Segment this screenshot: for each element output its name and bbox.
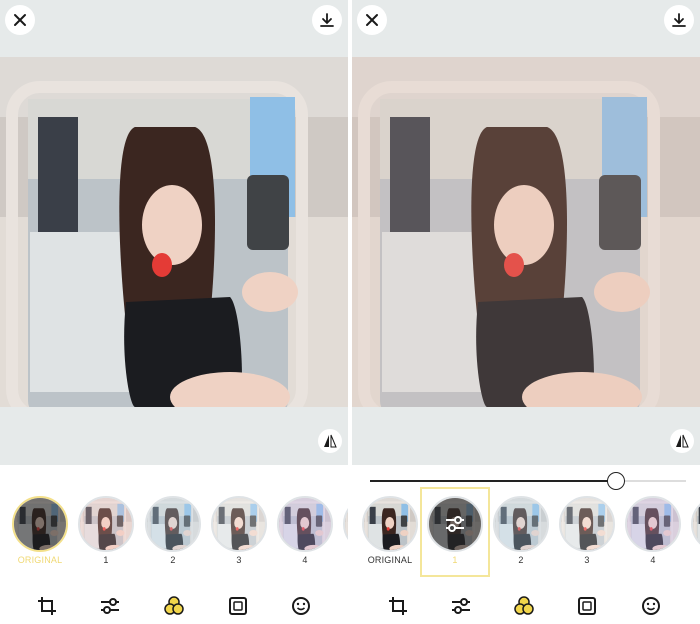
- filter-thumb: [691, 496, 700, 552]
- slider-thumb[interactable]: [607, 472, 626, 490]
- filter-thumb: [211, 496, 267, 552]
- crop-button[interactable]: [386, 594, 410, 618]
- filter-label: 4: [302, 555, 308, 565]
- smiley-icon: [642, 597, 660, 615]
- filter-thumb: [78, 496, 134, 552]
- filter-3[interactable]: 3: [209, 494, 269, 568]
- filter-thumb: [145, 496, 201, 552]
- slider-fill: [370, 480, 617, 482]
- preview-footer: [352, 407, 700, 465]
- download-icon: [320, 13, 334, 27]
- frame-icon: [229, 597, 247, 615]
- filter-row: ORIGINAL 1 2 3 4: [0, 494, 348, 574]
- close-button[interactable]: [357, 5, 387, 35]
- filter-2[interactable]: 2: [491, 494, 551, 568]
- filter-original[interactable]: ORIGINAL: [10, 494, 70, 568]
- frame-button[interactable]: [575, 594, 599, 618]
- filters-button[interactable]: [512, 594, 536, 618]
- filter-5-partial[interactable]: [341, 494, 348, 568]
- filter-thumb: [493, 496, 549, 552]
- crop-icon: [389, 597, 407, 615]
- right-editor-panel: ORIGINAL 1 2 3 4: [352, 0, 700, 624]
- selected-filter-highlight: [420, 487, 490, 577]
- top-bar: [352, 0, 700, 57]
- filter-3[interactable]: 3: [557, 494, 617, 568]
- crop-icon: [38, 597, 56, 615]
- left-editor-panel: ORIGINAL 1 2 3 4: [0, 0, 348, 624]
- filter-4[interactable]: 4: [275, 494, 335, 568]
- photo-preview: [0, 57, 348, 407]
- smiley-icon: [292, 597, 310, 615]
- frame-button[interactable]: [226, 594, 250, 618]
- filters-button[interactable]: [162, 594, 186, 618]
- frame-icon: [578, 597, 596, 615]
- filter-thumb: [12, 496, 68, 552]
- filter-2[interactable]: 2: [143, 494, 203, 568]
- download-icon: [672, 13, 686, 27]
- crop-button[interactable]: [35, 594, 59, 618]
- close-icon: [14, 14, 26, 26]
- close-icon: [366, 14, 378, 26]
- filters-icon: [164, 596, 184, 615]
- filter-original[interactable]: ORIGINAL: [360, 494, 420, 568]
- adjust-icon: [452, 598, 470, 614]
- close-button[interactable]: [5, 5, 35, 35]
- adjust-button[interactable]: [449, 594, 473, 618]
- filter-1[interactable]: 1: [76, 494, 136, 568]
- bottom-toolbar: [0, 588, 348, 622]
- adjust-icon: [101, 598, 119, 614]
- filter-5-partial[interactable]: [689, 494, 700, 568]
- compare-icon: [324, 434, 337, 448]
- filter-label: 4: [650, 555, 656, 565]
- filter-thumb: [625, 496, 681, 552]
- adjust-button[interactable]: [98, 594, 122, 618]
- filter-thumb: [277, 496, 333, 552]
- filter-4[interactable]: 4: [623, 494, 683, 568]
- filter-thumb: [362, 496, 418, 552]
- sticker-button[interactable]: [289, 594, 313, 618]
- bottom-toolbar: [352, 588, 700, 622]
- compare-button[interactable]: [318, 429, 342, 453]
- intensity-slider[interactable]: [370, 471, 686, 491]
- top-bar: [0, 0, 348, 57]
- photo-preview: [352, 57, 700, 407]
- filters-icon: [514, 596, 534, 615]
- preview-footer: [0, 407, 348, 465]
- filter-thumb: [559, 496, 615, 552]
- sticker-button[interactable]: [639, 594, 663, 618]
- compare-icon: [676, 434, 689, 448]
- filter-row: ORIGINAL 1 2 3 4: [352, 487, 700, 577]
- download-button[interactable]: [312, 5, 342, 35]
- download-button[interactable]: [664, 5, 694, 35]
- compare-button[interactable]: [670, 429, 694, 453]
